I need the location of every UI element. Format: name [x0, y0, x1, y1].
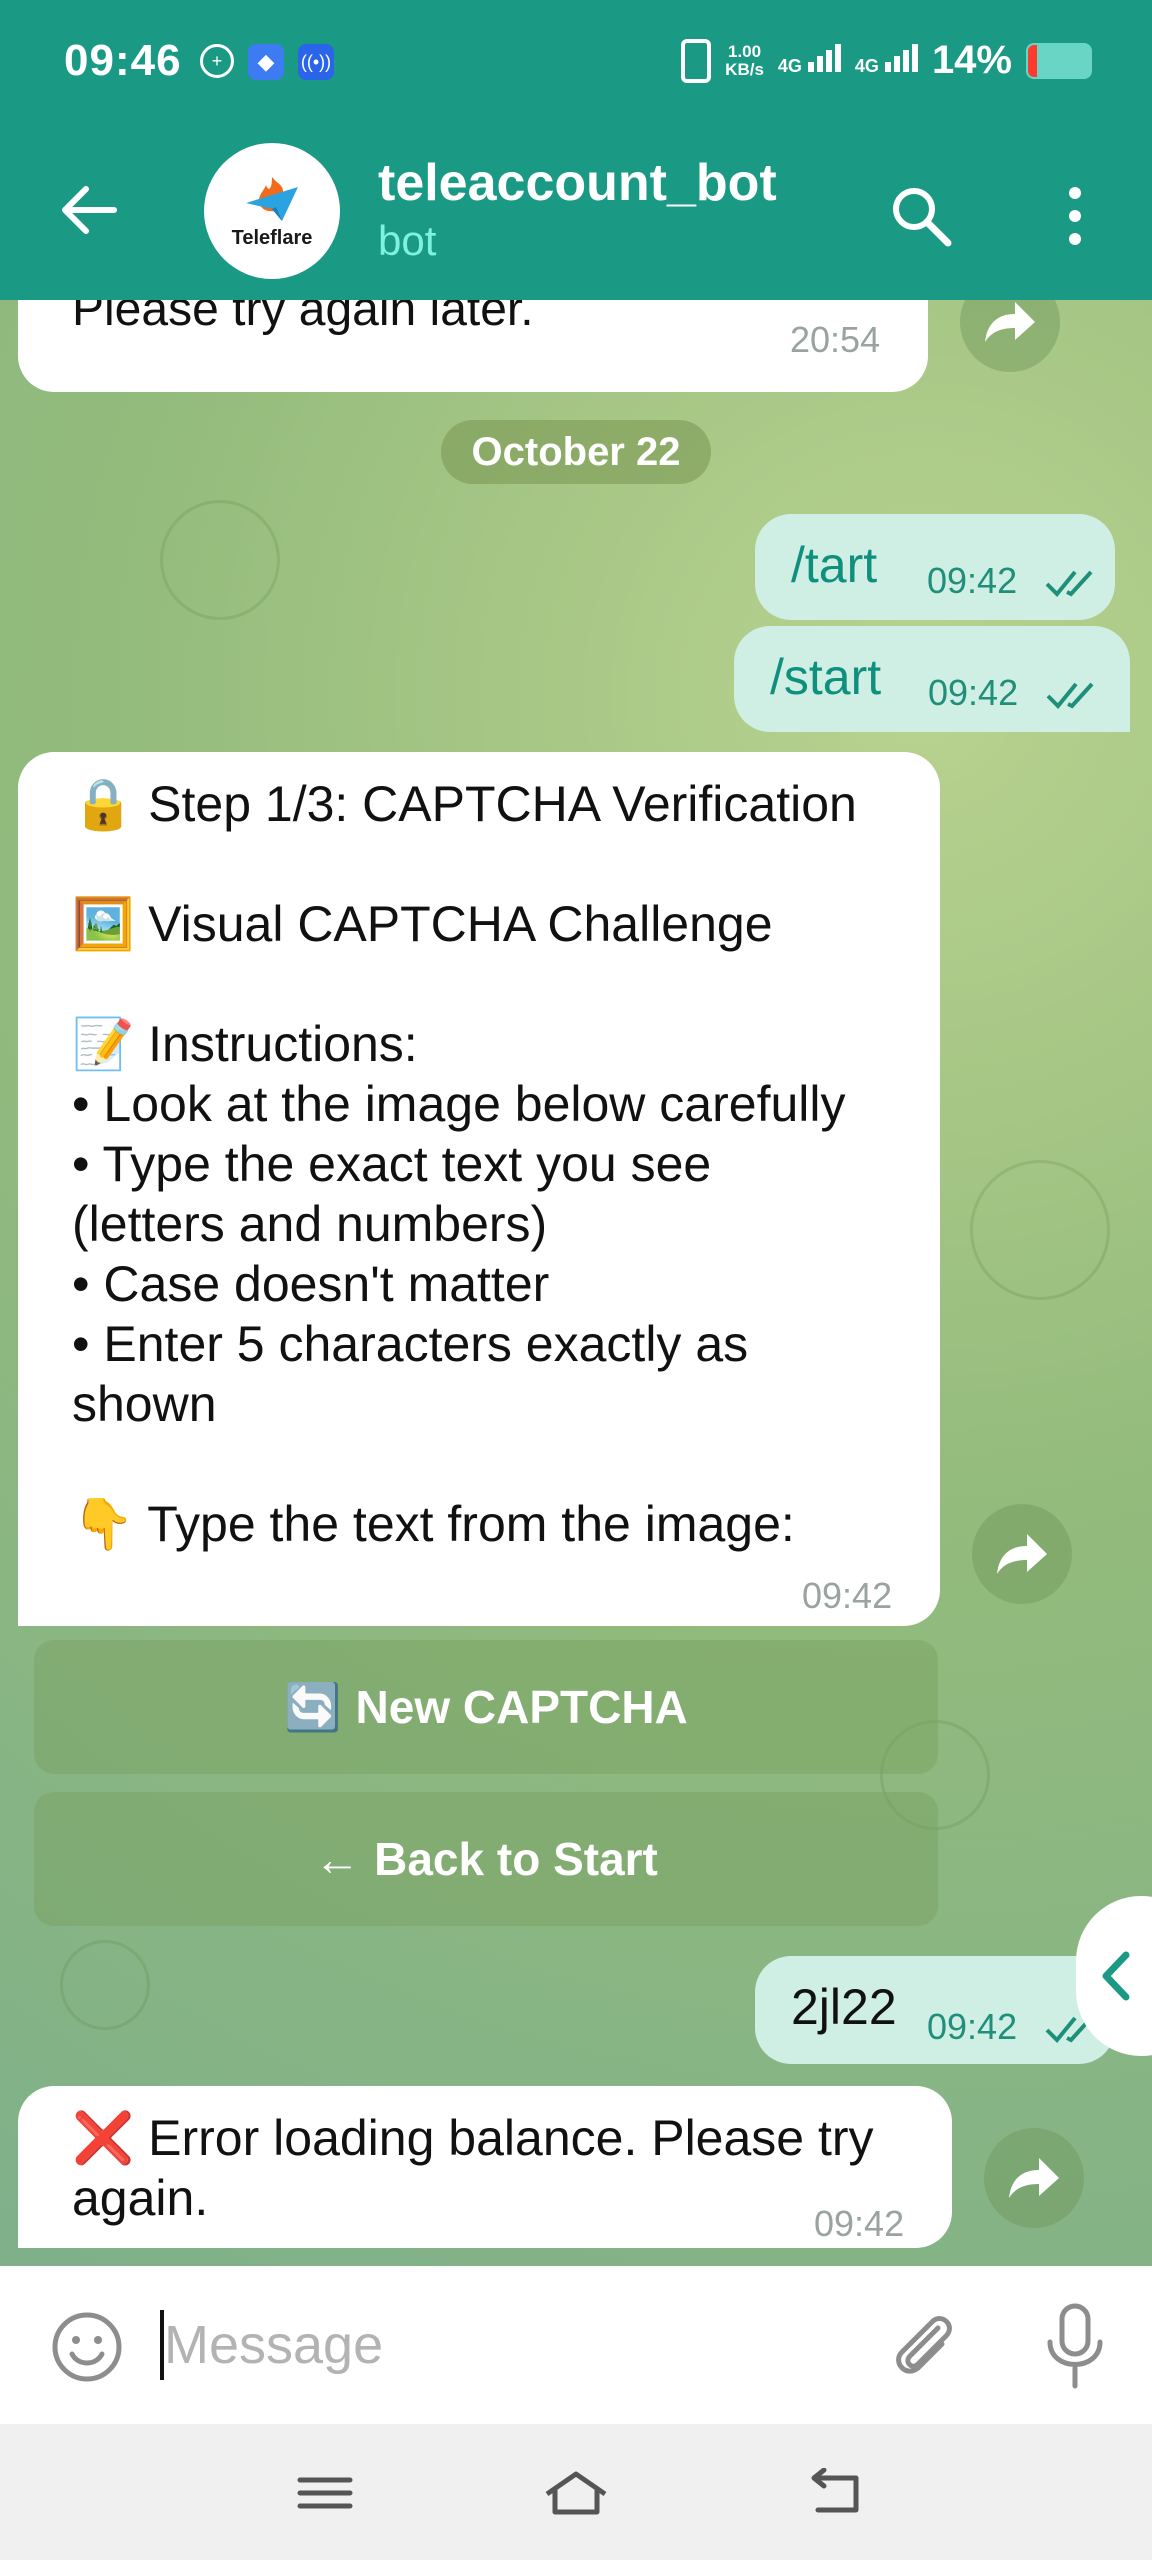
message-line: 📝 Instructions: — [72, 1016, 418, 1072]
forward-button[interactable] — [960, 300, 1060, 372]
network-type-2: 4G — [854, 56, 879, 76]
chat-subtitle: bot — [378, 217, 437, 264]
refresh-icon: 🔄 — [284, 1680, 342, 1733]
message-line — [72, 834, 857, 894]
message-line: (letters and numbers) — [72, 1196, 548, 1252]
message-text: /start — [770, 649, 882, 705]
message-line: • Type the exact text you see — [72, 1136, 712, 1192]
battery-fill — [1028, 44, 1037, 77]
back-nav-icon[interactable] — [800, 2468, 870, 2518]
signal-1: 4G — [778, 44, 841, 77]
chat-title[interactable]: teleaccount_bot — [378, 153, 777, 213]
forward-button[interactable] — [972, 1504, 1072, 1604]
back-to-start-button[interactable]: ← Back to Start — [34, 1792, 938, 1926]
background-doodle — [970, 1160, 1110, 1300]
status-bar: 09:46 + ◆ ((•)) 1.00 KB/s 4G 4G 14% — [0, 0, 1152, 125]
message-line: 🔒 Step 1/3: CAPTCHA Verification — [72, 776, 857, 832]
message-bubble-incoming[interactable]: Please try again later. 20:54 — [18, 300, 928, 392]
search-icon[interactable] — [886, 181, 956, 251]
signal-2: 4G — [855, 44, 918, 77]
message-body: 🔒 Step 1/3: CAPTCHA Verification 🖼️ Visu… — [72, 774, 857, 1554]
message-bubble-incoming[interactable]: 🔒 Step 1/3: CAPTCHA Verification 🖼️ Visu… — [18, 752, 940, 1626]
message-bubble-outgoing[interactable]: /tart 09:42 — [755, 514, 1115, 620]
button-label: New CAPTCHA — [355, 1681, 688, 1733]
message-bubble-outgoing[interactable]: /start 09:42 — [734, 626, 1130, 732]
microphone-icon[interactable] — [1040, 2302, 1110, 2392]
attach-icon[interactable] — [884, 2306, 964, 2386]
message-text: /tart — [791, 537, 878, 593]
chat-header: Teleflare teleaccount_bot bot — [0, 125, 1152, 300]
recent-apps-icon[interactable] — [290, 2468, 360, 2518]
network-speed: 1.00 KB/s — [725, 41, 764, 79]
home-icon[interactable] — [541, 2468, 611, 2518]
more-menu-icon[interactable] — [1060, 181, 1090, 251]
forward-arrow-icon — [985, 302, 1035, 342]
background-doodle — [160, 500, 280, 620]
message-line: • Enter 5 characters exactly as — [72, 1316, 749, 1372]
message-time: 09:42 — [814, 2203, 905, 2244]
bot-avatar[interactable]: Teleflare — [204, 143, 340, 279]
emoji-icon[interactable] — [50, 2310, 124, 2384]
read-checks-icon — [1046, 682, 1094, 709]
left-arrow-icon: ← — [314, 1833, 361, 1885]
signal-bars-icon — [882, 44, 918, 77]
speed-unit: KB/s — [725, 59, 764, 79]
message-text: 2jl22 — [791, 1979, 897, 2035]
signal-bars-icon — [805, 44, 841, 77]
notification-icons: + ◆ ((•)) — [200, 44, 334, 80]
read-checks-icon — [1045, 570, 1093, 597]
avatar-text: Teleflare — [231, 226, 313, 249]
background-doodle — [60, 1940, 150, 2030]
message-line — [72, 954, 857, 1014]
teleflare-logo-icon — [246, 176, 298, 221]
vpn-icon: + — [200, 44, 234, 78]
battery-percent: 14% — [931, 38, 1012, 82]
cloud-app-icon: ◆ — [248, 44, 284, 80]
system-navigation-bar — [0, 2424, 1152, 2560]
date-separator: October 22 — [441, 420, 711, 484]
message-line — [72, 1434, 857, 1494]
vibrate-icon — [681, 38, 712, 83]
chat-area[interactable]: Please try again later. 20:54 October 22… — [0, 300, 1152, 2266]
message-line: • Look at the image below carefully — [72, 1076, 846, 1132]
message-line: again. — [72, 2170, 209, 2226]
message-body: ❌ Error loading balance. Please try agai… — [72, 2108, 874, 2228]
message-line: • Case doesn't matter — [72, 1256, 550, 1312]
message-input[interactable] — [164, 2302, 804, 2388]
message-time: 09:42 — [927, 560, 1018, 601]
message-time: 09:42 — [928, 672, 1019, 713]
chevron-left-icon — [1102, 1951, 1130, 2001]
new-captcha-button[interactable]: 🔄 New CAPTCHA — [34, 1640, 938, 1774]
message-line: 🖼️ Visual CAPTCHA Challenge — [72, 896, 773, 952]
message-composer — [0, 2266, 1152, 2424]
back-arrow-icon[interactable] — [54, 175, 124, 245]
message-line: shown — [72, 1376, 217, 1432]
status-time: 09:46 — [64, 36, 182, 85]
button-label: Back to Start — [374, 1833, 658, 1885]
message-bubble-outgoing[interactable]: 2jl22 09:42 — [755, 1956, 1115, 2064]
battery-icon — [1026, 42, 1092, 79]
network-type-1: 4G — [777, 56, 802, 76]
forward-arrow-icon — [1009, 2158, 1059, 2198]
message-time: 09:42 — [927, 2006, 1018, 2047]
message-time: 20:54 — [790, 319, 881, 360]
message-line: 👇 Type the text from the image: — [72, 1496, 795, 1552]
message-line: ❌ Error loading balance. Please try — [72, 2110, 874, 2166]
speed-value: 1.00 — [727, 41, 762, 61]
message-bubble-incoming[interactable]: ❌ Error loading balance. Please try agai… — [18, 2086, 952, 2248]
message-time: 09:42 — [802, 1575, 893, 1616]
system-indicators: 1.00 KB/s 4G 4G 14% — [681, 38, 1092, 83]
message-text: Please try again later. — [72, 300, 534, 336]
forward-arrow-icon — [997, 1534, 1047, 1574]
broadcast-icon: ((•)) — [298, 44, 334, 80]
forward-button[interactable] — [984, 2128, 1084, 2228]
